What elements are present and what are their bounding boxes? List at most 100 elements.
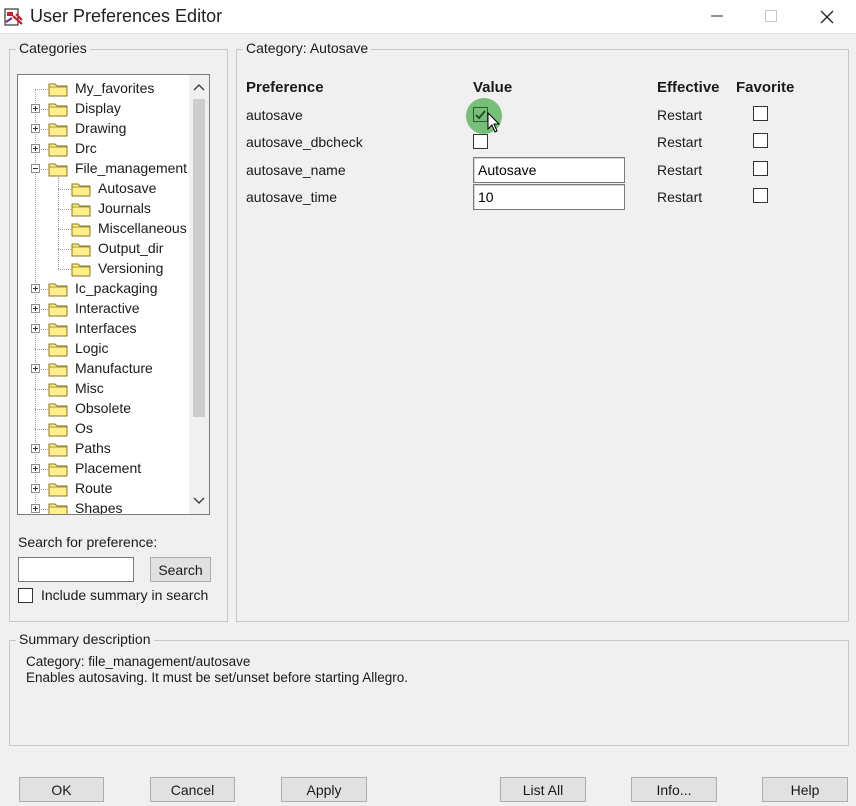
tree-connector-line [35, 89, 48, 90]
search-button[interactable]: Search [150, 557, 211, 582]
tree-item-label: Display [75, 100, 121, 116]
expand-icon[interactable] [31, 504, 40, 513]
summary-label: Summary description [16, 631, 154, 647]
tree-item-label: Drawing [75, 120, 127, 136]
category-tree[interactable]: My_favorites Display Drawing Drc File_manage… [17, 74, 210, 515]
cancel-button[interactable]: Cancel [150, 777, 235, 802]
tree-item-display[interactable]: Display [18, 99, 188, 119]
expand-icon[interactable] [31, 284, 40, 293]
folder-icon [48, 443, 68, 457]
tree-item-obsolete[interactable]: Obsolete [18, 399, 188, 419]
tree-item-interfaces[interactable]: Interfaces [18, 319, 188, 339]
expand-icon[interactable] [31, 364, 40, 373]
scroll-thumb[interactable] [193, 99, 205, 417]
tree-connector-line [58, 209, 71, 210]
minimize-button[interactable] [688, 0, 746, 33]
favorite-checkbox-autosave-name[interactable] [753, 161, 768, 176]
tree-connector-line [58, 269, 71, 270]
checkmark-icon [475, 110, 486, 120]
folder-icon [48, 483, 68, 497]
tree-item-drc[interactable]: Drc [18, 139, 188, 159]
include-summary-checkbox[interactable] [18, 588, 33, 603]
favorite-checkbox-autosave[interactable] [753, 106, 768, 121]
pref-name-autosave: autosave [246, 107, 303, 123]
ok-button[interactable]: OK [19, 777, 104, 802]
tree-item-shapes[interactable]: Shapes [18, 499, 188, 514]
tree-item-file_management[interactable]: File_management [18, 159, 188, 179]
tree-item-autosave[interactable]: Autosave [18, 179, 188, 199]
tree-item-route[interactable]: Route [18, 479, 188, 499]
tree-connector-line [58, 229, 71, 230]
tree-item-paths[interactable]: Paths [18, 439, 188, 459]
tree-item-label: Drc [75, 140, 97, 156]
help-button[interactable]: Help [762, 777, 848, 802]
tree-content: My_favorites Display Drawing Drc File_manage… [18, 75, 188, 514]
favorite-checkbox-autosave-time[interactable] [753, 188, 768, 203]
folder-icon [71, 203, 91, 217]
tree-item-output_dir[interactable]: Output_dir [18, 239, 188, 259]
expand-icon[interactable] [31, 464, 40, 473]
autosave-value-checkbox[interactable] [473, 107, 488, 122]
tree-item-placement[interactable]: Placement [18, 459, 188, 479]
autosave-time-input[interactable] [473, 184, 625, 210]
maximize-icon [765, 10, 777, 22]
expand-icon[interactable] [31, 324, 40, 333]
folder-icon [48, 363, 68, 377]
scroll-down-button[interactable] [189, 493, 209, 513]
tree-item-label: Route [75, 480, 113, 496]
categories-label: Categories [16, 40, 90, 56]
tree-item-label: Manufacture [75, 360, 153, 376]
tree-item-os[interactable]: Os [18, 419, 188, 439]
title-bar: User Preferences Editor [0, 0, 856, 34]
folder-icon [48, 423, 68, 437]
chevron-up-icon [193, 83, 205, 91]
preference-column-header: Preference [246, 79, 324, 96]
tree-connector-line [58, 249, 71, 250]
tree-item-drawing[interactable]: Drawing [18, 119, 188, 139]
expand-icon[interactable] [31, 484, 40, 493]
tree-item-journals[interactable]: Journals [18, 199, 188, 219]
search-input[interactable] [18, 557, 134, 582]
folder-icon [48, 403, 68, 417]
list-all-button[interactable]: List All [500, 777, 586, 802]
info-button[interactable]: Info... [631, 777, 717, 802]
close-button[interactable] [798, 0, 856, 33]
tree-scrollbar[interactable] [189, 75, 209, 514]
tree-item-label: Interfaces [75, 320, 137, 336]
tree-item-label: Autosave [98, 180, 157, 196]
tree-item-my_favorites[interactable]: My_favorites [18, 79, 188, 99]
tree-item-manufacture[interactable]: Manufacture [18, 359, 188, 379]
tree-item-interactive[interactable]: Interactive [18, 299, 188, 319]
autosave-name-input[interactable] [473, 157, 625, 183]
tree-connector-line [35, 409, 48, 410]
expand-icon[interactable] [31, 104, 40, 113]
tree-item-label: Interactive [75, 300, 140, 316]
folder-icon [71, 263, 91, 277]
tree-item-label: Ic_packaging [75, 280, 158, 296]
tree-item-miscellaneous[interactable]: Miscellaneous [18, 219, 188, 239]
scroll-up-button[interactable] [189, 79, 209, 99]
folder-icon [48, 283, 68, 297]
tree-item-ic_packaging[interactable]: Ic_packaging [18, 279, 188, 299]
value-column-header: Value [473, 79, 513, 96]
expand-icon[interactable] [31, 144, 40, 153]
expand-icon[interactable] [31, 304, 40, 313]
effective-autosave-time: Restart [657, 189, 703, 205]
apply-button[interactable]: Apply [281, 777, 367, 802]
effective-autosave-name: Restart [657, 162, 703, 178]
collapse-icon[interactable] [31, 164, 40, 173]
pref-name-autosave-dbcheck: autosave_dbcheck [246, 134, 363, 150]
tree-item-versioning[interactable]: Versioning [18, 259, 188, 279]
effective-autosave-dbcheck: Restart [657, 134, 703, 150]
folder-icon [48, 143, 68, 157]
autosave-dbcheck-value-checkbox[interactable] [473, 134, 488, 149]
expand-icon[interactable] [31, 124, 40, 133]
tree-item-label: File_management [75, 160, 188, 176]
tree-item-logic[interactable]: Logic [18, 339, 188, 359]
effective-autosave: Restart [657, 107, 703, 123]
tree-item-misc[interactable]: Misc [18, 379, 188, 399]
expand-icon[interactable] [31, 444, 40, 453]
tree-item-label: Output_dir [98, 240, 164, 256]
favorite-checkbox-autosave-dbcheck[interactable] [753, 133, 768, 148]
maximize-button[interactable] [742, 0, 800, 33]
